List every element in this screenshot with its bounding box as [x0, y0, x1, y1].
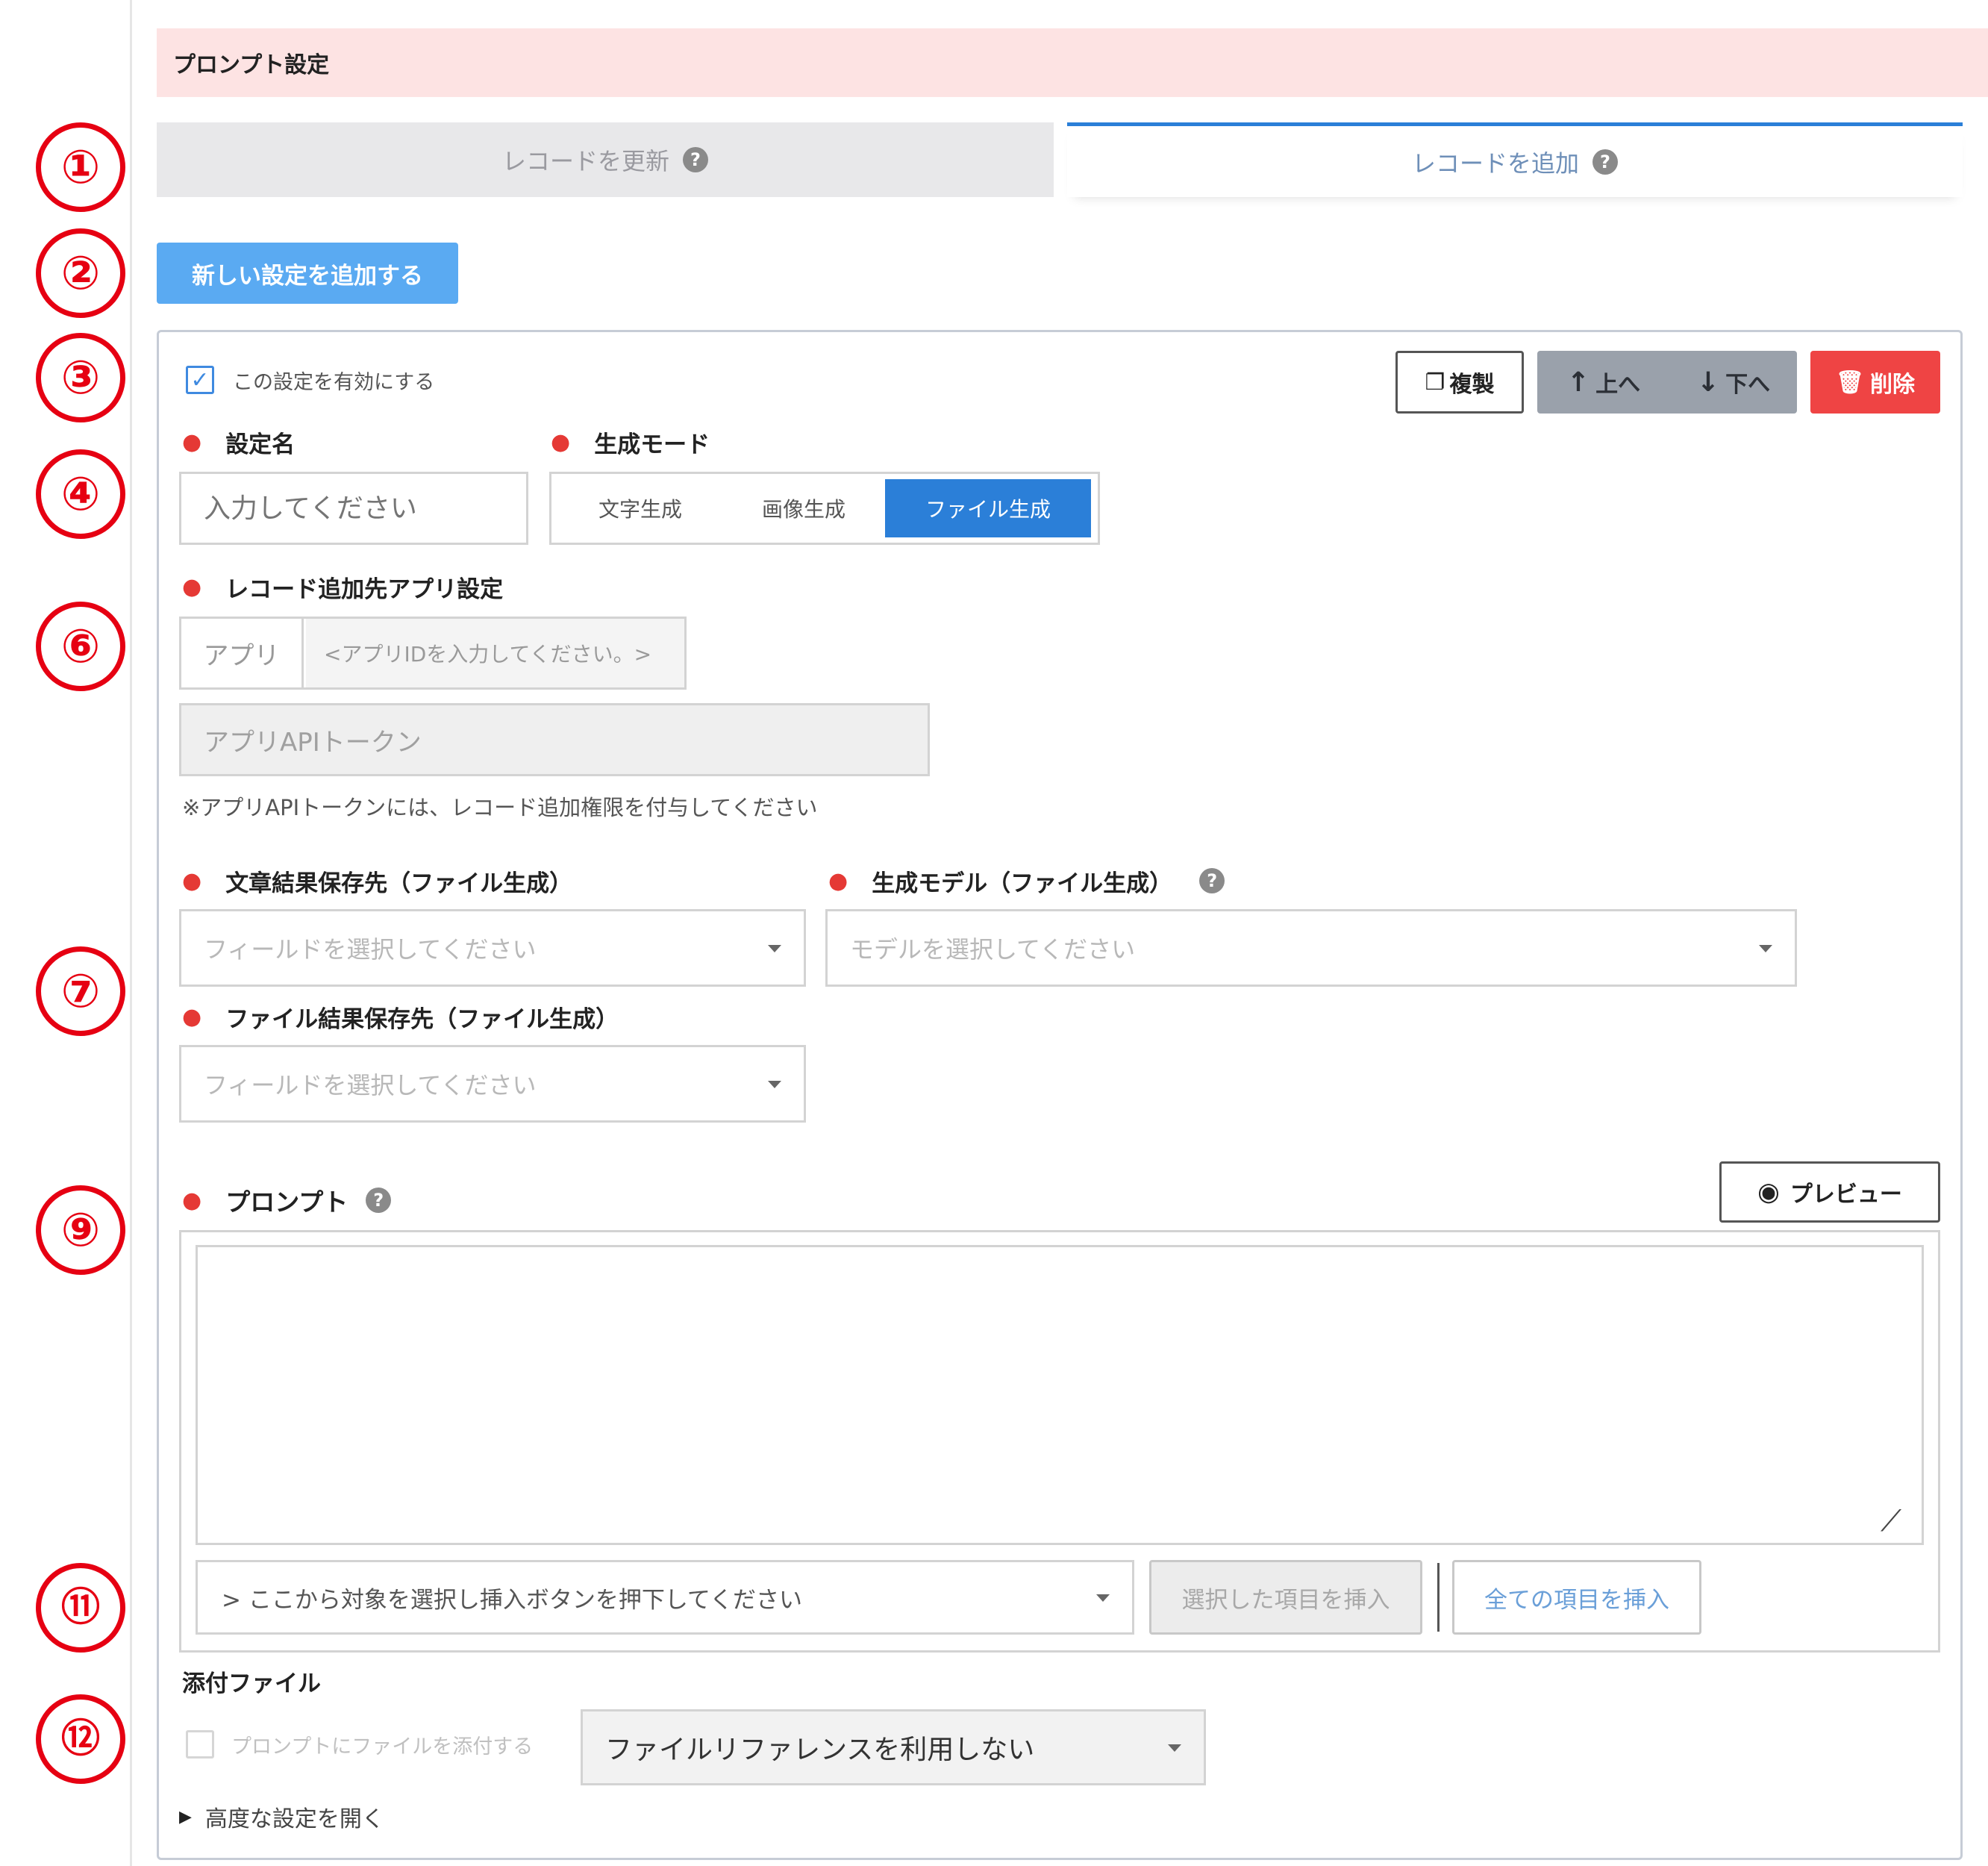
copy-button[interactable]: ❐ 複製: [1395, 351, 1524, 414]
chevron-down-icon: [1759, 945, 1772, 952]
mode-option-file[interactable]: ファイル生成: [885, 479, 1091, 537]
file-reference-value: ファイルリファレンスを利用しない: [605, 1735, 1035, 1765]
left-divider: [130, 0, 132, 1866]
help-icon[interactable]: ?: [683, 147, 708, 172]
model-select[interactable]: モデルを選択してください: [825, 909, 1797, 987]
model-label: ● 生成モデル（ファイル生成） ?: [828, 864, 1225, 897]
mode-option-image[interactable]: 画像生成: [722, 479, 885, 537]
enable-checkbox[interactable]: ✓: [186, 366, 214, 394]
prompt-textarea[interactable]: [196, 1245, 1924, 1545]
move-up-button[interactable]: ↑ 上へ: [1540, 351, 1667, 414]
chevron-down-icon: [1168, 1744, 1181, 1752]
add-setting-button[interactable]: 新しい設定を追加する: [157, 243, 458, 304]
preview-button[interactable]: ◉ プレビュー: [1719, 1161, 1940, 1223]
arrow-up-icon: ↑: [1566, 366, 1590, 398]
delete-button-label: 削除: [1870, 372, 1916, 398]
model-label-text: 生成モデル（ファイル生成）: [872, 870, 1173, 897]
app-id-input[interactable]: <アプリIDを入力してください。>: [306, 619, 684, 687]
model-placeholder: モデルを選択してください: [850, 935, 1136, 964]
help-icon[interactable]: ?: [1199, 868, 1225, 893]
insert-target-placeholder: > ここから対象を選択し挿入ボタンを押下してください: [222, 1586, 802, 1614]
file-result-field-placeholder: フィールドを選択してください: [204, 1071, 537, 1099]
marker-11: ⑪: [36, 1563, 125, 1653]
required-mark: ●: [828, 867, 848, 894]
marker-9: ⑨: [36, 1185, 125, 1275]
required-mark: ●: [182, 573, 202, 600]
resize-handle-icon[interactable]: ⟋: [1881, 1505, 1913, 1538]
trash-icon: 🗑: [1835, 369, 1865, 396]
insert-target-select[interactable]: > ここから対象を選択し挿入ボタンを押下してください: [196, 1560, 1134, 1635]
chevron-down-icon: [1096, 1594, 1110, 1602]
attachments-label: 添付ファイル: [182, 1670, 321, 1697]
prompt-label-text: プロンプト: [225, 1188, 348, 1217]
section-header: プロンプト設定: [157, 28, 1988, 97]
marker-3: ③: [36, 333, 125, 422]
move-down-button[interactable]: ↓ 下へ: [1670, 351, 1797, 414]
file-result-field-label: ● ファイル結果保存先（ファイル生成）: [182, 1000, 619, 1033]
enable-checkbox-label: この設定を有効にする: [233, 370, 435, 394]
attach-file-checkbox[interactable]: [186, 1730, 214, 1759]
chevron-down-icon: [768, 945, 781, 952]
setting-name-label: ● 設定名: [182, 425, 295, 458]
required-mark: ●: [182, 428, 202, 455]
advanced-settings-label: 高度な設定を開く: [204, 1806, 384, 1832]
marker-2: ②: [36, 228, 125, 318]
mode-option-text[interactable]: 文字生成: [558, 479, 722, 537]
setting-name-input[interactable]: [179, 472, 528, 545]
text-result-field-select[interactable]: フィールドを選択してください: [179, 909, 806, 987]
chevron-down-icon: [768, 1081, 781, 1088]
copy-icon: ❐: [1425, 369, 1445, 396]
required-mark: ●: [182, 1187, 202, 1214]
tab-add-record[interactable]: レコードを追加 ?: [1067, 122, 1963, 197]
attach-file-checkbox-label: プロンプトにファイルを添付する: [231, 1735, 534, 1759]
move-up-label: 上へ: [1595, 372, 1641, 398]
help-icon[interactable]: ?: [1592, 149, 1618, 175]
text-result-field-placeholder: フィールドを選択してください: [204, 935, 537, 964]
advanced-settings-toggle[interactable]: ▶ 高度な設定を開く: [179, 1799, 384, 1835]
copy-button-label: 複製: [1449, 372, 1495, 398]
marker-1: ①: [36, 122, 125, 212]
api-token-note: ※アプリAPIトークンには、レコード追加権限を付与してください: [182, 795, 818, 820]
section-title: プロンプト設定: [173, 52, 330, 78]
file-reference-select[interactable]: ファイルリファレンスを利用しない: [581, 1709, 1206, 1785]
required-mark: ●: [182, 1003, 202, 1030]
generation-mode-label-text: 生成モード: [594, 431, 710, 458]
required-mark: ●: [182, 867, 202, 894]
button-divider: [1437, 1563, 1440, 1632]
required-mark: ●: [551, 428, 571, 455]
app-prefix: アプリ: [181, 619, 304, 687]
prompt-label: ● プロンプト ?: [182, 1184, 392, 1217]
arrow-down-icon: ↓: [1696, 366, 1720, 398]
marker-7: ⑦: [36, 946, 125, 1036]
insert-all-button[interactable]: 全ての項目を挿入: [1452, 1560, 1701, 1635]
eye-icon: ◉: [1757, 1177, 1780, 1207]
target-app-label-text: レコード追加先アプリ設定: [225, 575, 504, 603]
insert-selected-button[interactable]: 選択した項目を挿入: [1149, 1560, 1422, 1635]
generation-mode-label: ● 生成モード: [551, 425, 710, 458]
marker-4: ④: [36, 449, 125, 539]
marker-6: ⑥: [36, 602, 125, 691]
text-result-field-label-text: 文章結果保存先（ファイル生成）: [225, 870, 573, 897]
delete-button[interactable]: 🗑 削除: [1810, 351, 1940, 414]
api-token-input[interactable]: アプリAPIトークン: [179, 703, 930, 776]
help-icon[interactable]: ?: [366, 1188, 392, 1213]
setting-name-label-text: 設定名: [225, 431, 296, 458]
marker-12: ⑫: [36, 1694, 125, 1784]
tab-add-record-label: レコードを追加: [1411, 149, 1579, 178]
file-result-field-select[interactable]: フィールドを選択してください: [179, 1045, 806, 1123]
triangle-right-icon: ▶: [179, 1807, 192, 1826]
file-result-field-label-text: ファイル結果保存先（ファイル生成）: [225, 1005, 619, 1033]
target-app-label: ● レコード追加先アプリ設定: [182, 570, 503, 603]
move-down-label: 下へ: [1725, 372, 1771, 398]
text-result-field-label: ● 文章結果保存先（ファイル生成）: [182, 864, 572, 897]
tab-update-record[interactable]: レコードを更新 ?: [157, 122, 1054, 197]
tab-update-record-label: レコードを更新: [501, 147, 669, 175]
preview-button-label: プレビュー: [1789, 1182, 1902, 1208]
